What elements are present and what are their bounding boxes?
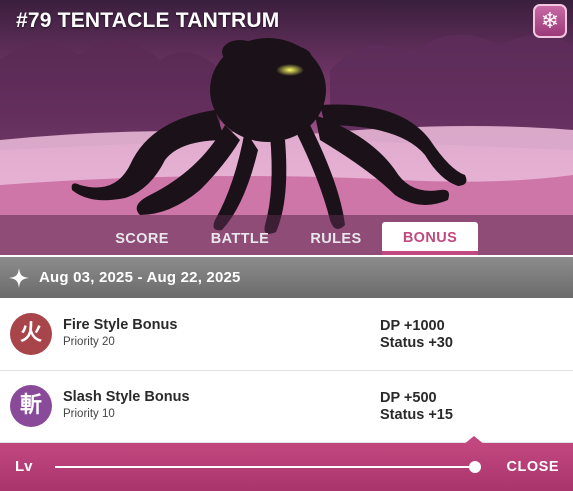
bonus-row: 斬 Slash Style Bonus Priority 10 DP +500 … <box>0 371 573 443</box>
event-title: #79 TENTACLE TANTRUM <box>16 9 280 32</box>
tab-score[interactable]: SCORE <box>100 222 184 255</box>
bonus-effects: DP +500 Status +15 <box>380 390 453 424</box>
bonus-row: 火 Fire Style Bonus Priority 20 DP +1000 … <box>0 299 573 371</box>
bonus-effects: DP +1000 Status +30 <box>380 318 453 352</box>
bonus-name: Fire Style Bonus <box>63 317 178 333</box>
bonus-dp: DP +1000 <box>380 318 445 334</box>
tab-bonus[interactable]: BONUS <box>382 222 478 255</box>
level-slider-fill <box>55 466 475 468</box>
footer-bar: Lv CLOSE <box>0 443 573 491</box>
bonus-priority: Priority 10 <box>63 408 115 420</box>
snowflake-icon[interactable]: ❄ <box>533 4 567 38</box>
event-banner: #79 TENTACLE TANTRUM ❄ <box>0 0 573 255</box>
bonus-dp: DP +500 <box>380 390 437 406</box>
close-button[interactable]: CLOSE <box>507 459 559 475</box>
bonus-name: Slash Style Bonus <box>63 389 190 405</box>
tab-bar: SCORE BATTLE RULES BONUS <box>0 222 573 255</box>
event-period-bar: Aug 03, 2025 - Aug 22, 2025 <box>0 257 573 298</box>
bonus-priority: Priority 20 <box>63 336 115 348</box>
slash-style-icon: 斬 <box>10 385 52 427</box>
level-slider-knob[interactable] <box>469 461 481 473</box>
level-label: Lv <box>15 458 33 475</box>
boss-silhouette-art <box>0 0 573 255</box>
sparkle-icon <box>8 267 30 288</box>
tab-battle[interactable]: BATTLE <box>195 222 285 255</box>
level-slider[interactable] <box>55 461 481 473</box>
tab-rules[interactable]: RULES <box>293 222 379 255</box>
fire-style-icon: 火 <box>10 313 52 355</box>
event-dates: Aug 03, 2025 - Aug 22, 2025 <box>39 269 241 286</box>
bonus-status: Status +30 <box>380 335 453 351</box>
bonus-status: Status +15 <box>380 407 453 423</box>
